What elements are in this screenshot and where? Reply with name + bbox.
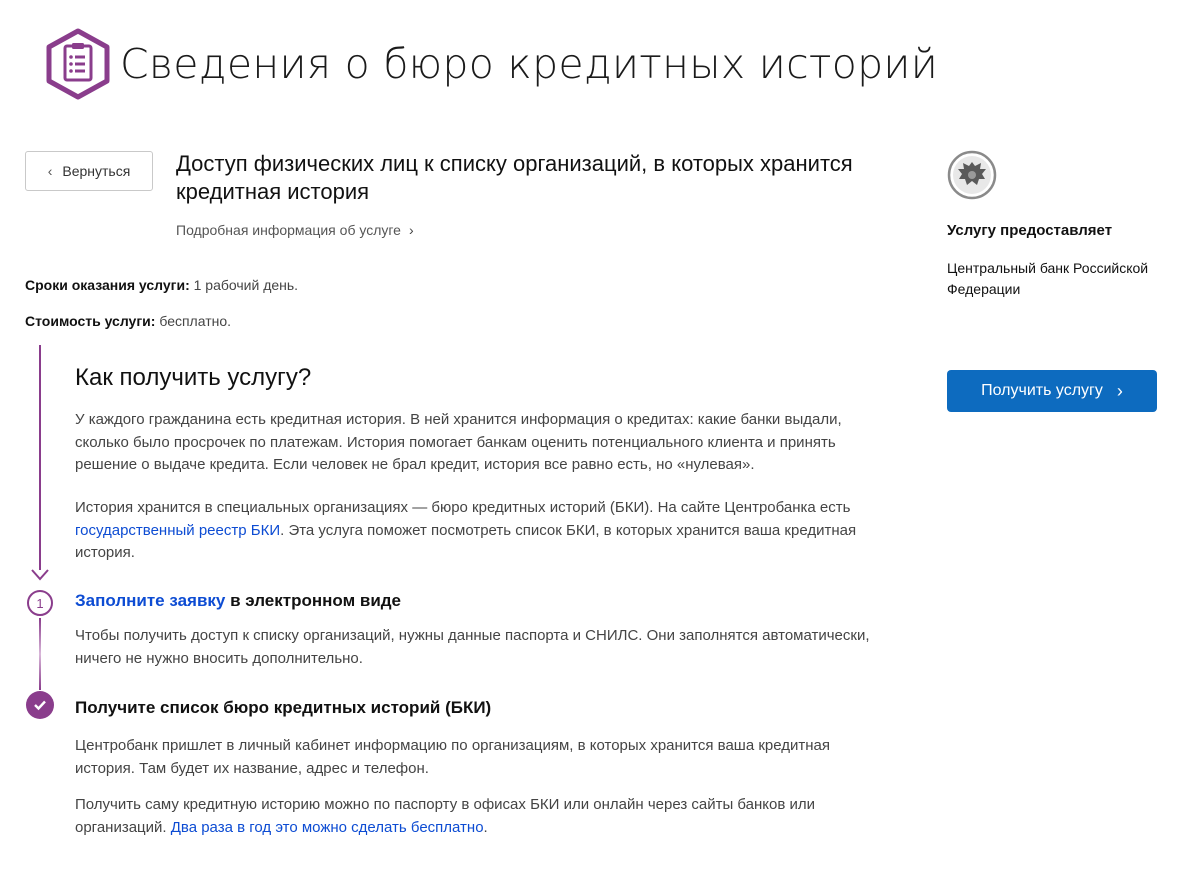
how-paragraph-2-text: История хранится в специальных организац… [75,499,851,516]
how-paragraph-2: История хранится в специальных организац… [75,497,875,565]
clipboard-list-icon [46,28,110,100]
get-service-button[interactable]: Получить услугу › [947,370,1157,412]
back-button[interactable]: ‹ Вернуться [25,151,153,191]
chevron-right-icon: › [1116,380,1123,401]
provider-heading: Услугу предоставляет [947,222,1113,239]
chevron-left-icon: ‹ [47,163,53,179]
service-term-label: Сроки оказания услуги: [25,277,190,293]
service-term: Сроки оказания услуги: 1 рабочий день. [25,277,298,293]
how-heading: Как получить услугу? [75,364,312,391]
service-more-link[interactable]: Подробная информация об услуге › [176,222,414,238]
service-title: Доступ физических лиц к списку организац… [176,151,853,204]
step-2-title: Получите список бюро кредитных историй (… [75,698,492,717]
step-1-text: Чтобы получить доступ к списку организац… [75,627,870,667]
step-2-text-2-end: . [483,818,488,836]
fill-application-link[interactable]: Заполните заявку [75,591,225,610]
provider-name: Центральный банк Российской Федерации [947,260,1149,297]
step-2-text-1: Центробанк пришлет в личный кабинет инфо… [75,737,831,777]
step-1-title-rest: в электронном виде [225,591,402,610]
checkmark-icon [26,691,54,719]
service-cost-label: Стоимость услуги: [25,313,156,329]
get-service-label: Получить услугу [981,382,1103,399]
bki-registry-link[interactable]: государственный реестр БКИ [75,522,280,539]
how-paragraph-1: У каждого гражданина есть кредитная исто… [75,411,842,473]
free-twice-link[interactable]: Два раза в год это можно сделать бесплат… [171,819,484,836]
timeline-line [39,618,41,690]
arrow-down-icon [31,569,49,581]
service-more-label: Подробная информация об услуге [176,222,401,238]
service-term-value: 1 рабочий день. [193,277,299,293]
service-cost-value: бесплатно. [159,313,232,329]
coat-of-arms-icon [947,150,997,200]
step-2-text-2: Получить саму кредитную историю можно по… [75,794,875,839]
chevron-right-icon: › [408,222,414,238]
step-number-1: 1 [27,590,53,616]
service-cost: Стоимость услуги: бесплатно. [25,313,231,329]
page-header: Сведения о бюро кредитных историй [44,28,938,100]
timeline-line [39,345,41,570]
back-button-label: Вернуться [62,163,131,179]
step-1-title: Заполните заявку в электронном виде [75,591,401,611]
page-title: Сведения о бюро кредитных историй [120,40,939,88]
